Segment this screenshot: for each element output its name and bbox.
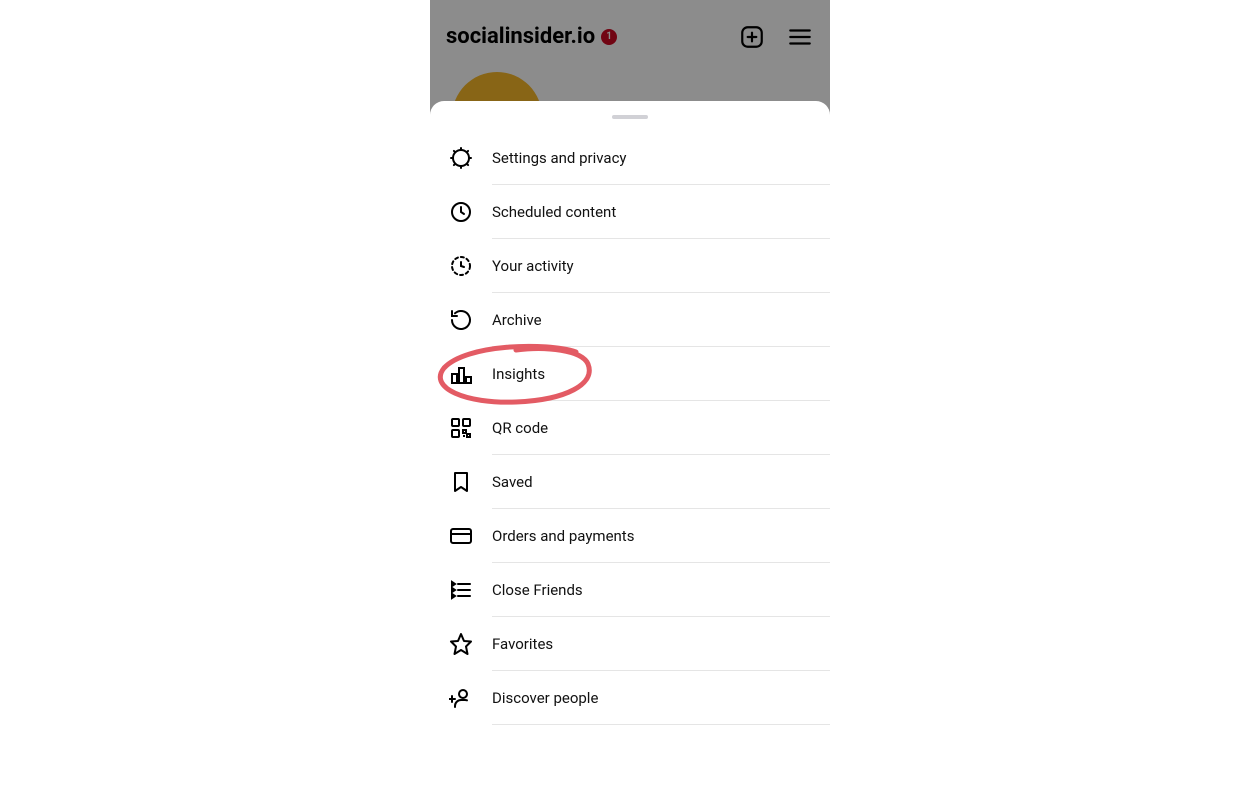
menu-label: Saved bbox=[492, 473, 533, 491]
menu-item-settings[interactable]: Settings and privacy bbox=[448, 131, 830, 185]
menu-label: Your activity bbox=[492, 257, 574, 275]
star-icon bbox=[448, 631, 474, 657]
menu-item-saved[interactable]: Saved bbox=[448, 455, 830, 509]
menu-item-discover-people[interactable]: Discover people bbox=[448, 671, 830, 725]
menu-item-insights[interactable]: Insights bbox=[448, 347, 830, 401]
menu-label: Discover people bbox=[492, 689, 598, 707]
menu-item-orders[interactable]: Orders and payments bbox=[448, 509, 830, 563]
qr-code-icon bbox=[448, 415, 474, 441]
gear-icon bbox=[448, 145, 474, 171]
menu-item-favorites[interactable]: Favorites bbox=[448, 617, 830, 671]
menu-label: Orders and payments bbox=[492, 527, 634, 545]
menu-item-archive[interactable]: Archive bbox=[448, 293, 830, 347]
clock-icon bbox=[448, 199, 474, 225]
menu-item-scheduled[interactable]: Scheduled content bbox=[448, 185, 830, 239]
menu-label: Settings and privacy bbox=[492, 149, 627, 167]
bar-chart-icon bbox=[448, 361, 474, 387]
activity-icon bbox=[448, 253, 474, 279]
close-friends-icon bbox=[448, 577, 474, 603]
credit-card-icon bbox=[448, 523, 474, 549]
menu-item-activity[interactable]: Your activity bbox=[448, 239, 830, 293]
menu-label: Insights bbox=[492, 365, 545, 383]
add-person-icon bbox=[448, 685, 474, 711]
menu-item-qr-code[interactable]: QR code bbox=[448, 401, 830, 455]
sheet-grabber[interactable] bbox=[612, 115, 648, 119]
menu-item-close-friends[interactable]: Close Friends bbox=[448, 563, 830, 617]
menu-label: Archive bbox=[492, 311, 542, 329]
menu-label: Close Friends bbox=[492, 581, 583, 599]
phone-frame: socialinsider.io 1 bbox=[430, 0, 830, 800]
menu-label: QR code bbox=[492, 419, 548, 437]
menu-label: Scheduled content bbox=[492, 203, 616, 221]
menu-sheet: Settings and privacy Scheduled content Y… bbox=[430, 101, 830, 800]
menu-label: Favorites bbox=[492, 635, 553, 653]
menu-list: Settings and privacy Scheduled content Y… bbox=[430, 131, 830, 725]
bookmark-icon bbox=[448, 469, 474, 495]
archive-icon bbox=[448, 307, 474, 333]
